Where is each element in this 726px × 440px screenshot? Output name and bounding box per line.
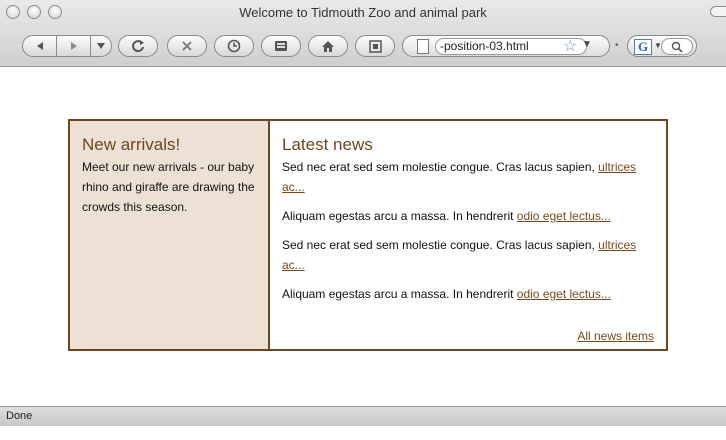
back-button[interactable] xyxy=(23,36,56,56)
history-button[interactable] xyxy=(214,35,254,57)
url-dropdown-icon[interactable]: ▼ xyxy=(582,39,592,50)
news-item: Aliquam egestas arcu a massa. In hendrer… xyxy=(282,284,654,304)
forward-button[interactable] xyxy=(56,36,90,56)
history-clock-icon xyxy=(227,39,241,53)
browser-toolbar: Welcome to Tidmouth Zoo and animal park xyxy=(0,0,726,67)
latest-news-panel: Latest news Sed nec erat sed sem molesti… xyxy=(270,121,666,349)
google-search-engine-icon[interactable]: G xyxy=(634,39,652,55)
new-arrivals-panel: New arrivals! Meet our new arrivals - ou… xyxy=(70,121,270,349)
reload-icon xyxy=(132,40,144,53)
search-input[interactable] xyxy=(661,38,693,55)
star-icon[interactable]: ☆ xyxy=(563,36,577,56)
news-item-text: Aliquam egestas arcu a massa. In hendrer… xyxy=(282,287,517,301)
news-item-link[interactable]: odio eget lectus... xyxy=(517,209,611,223)
magnifier-icon xyxy=(671,41,683,53)
content-box: New arrivals! Meet our new arrivals - ou… xyxy=(68,119,668,351)
browser-window: Welcome to Tidmouth Zoo and animal park xyxy=(0,0,726,440)
latest-news-heading: Latest news xyxy=(282,135,373,154)
news-item: Sed nec erat sed sem molestie congue. Cr… xyxy=(282,235,654,275)
window-bottom-edge xyxy=(0,426,726,440)
stop-button[interactable] xyxy=(167,35,207,57)
page-document-icon xyxy=(417,39,429,54)
chevron-down-icon xyxy=(97,43,106,49)
stop-icon xyxy=(182,41,192,51)
news-item: Aliquam egestas arcu a massa. In hendrer… xyxy=(282,206,654,226)
all-news-link[interactable]: All news items xyxy=(577,329,654,343)
new-arrivals-text: Meet our new arrivals - our baby rhino a… xyxy=(82,160,255,214)
address-bar[interactable]: -position-03.html ☆ ▼ xyxy=(402,35,610,57)
status-bar: Done xyxy=(0,406,726,426)
back-arrow-icon xyxy=(36,42,43,50)
home-button[interactable] xyxy=(308,35,348,57)
news-item: Sed nec erat sed sem molestie congue. Cr… xyxy=(282,157,654,197)
news-item-text: Aliquam egestas arcu a massa. In hendrer… xyxy=(282,209,517,223)
bookmarks-button[interactable] xyxy=(261,35,301,57)
search-box[interactable]: G ▼ xyxy=(627,35,697,57)
toolbar-toggle-button[interactable] xyxy=(710,6,726,17)
forward-arrow-icon xyxy=(70,42,77,50)
navigation-buttons xyxy=(22,35,112,57)
snapback-button[interactable] xyxy=(355,35,395,57)
new-arrivals-heading: New arrivals! xyxy=(82,135,181,154)
snapback-icon xyxy=(368,39,382,53)
window-title: Welcome to Tidmouth Zoo and animal park xyxy=(239,5,487,20)
toolbar-separator: • xyxy=(615,40,619,51)
page-viewport: New arrivals! Meet our new arrivals - ou… xyxy=(0,68,726,406)
history-dropdown-button[interactable] xyxy=(90,36,111,56)
news-item-text: Sed nec erat sed sem molestie congue. Cr… xyxy=(282,238,599,252)
news-item-text: Sed nec erat sed sem molestie congue. Cr… xyxy=(282,160,599,174)
home-icon xyxy=(322,40,334,52)
reload-button[interactable] xyxy=(118,35,158,57)
bookmarks-icon xyxy=(275,41,287,51)
news-item-link[interactable]: odio eget lectus... xyxy=(517,287,611,301)
